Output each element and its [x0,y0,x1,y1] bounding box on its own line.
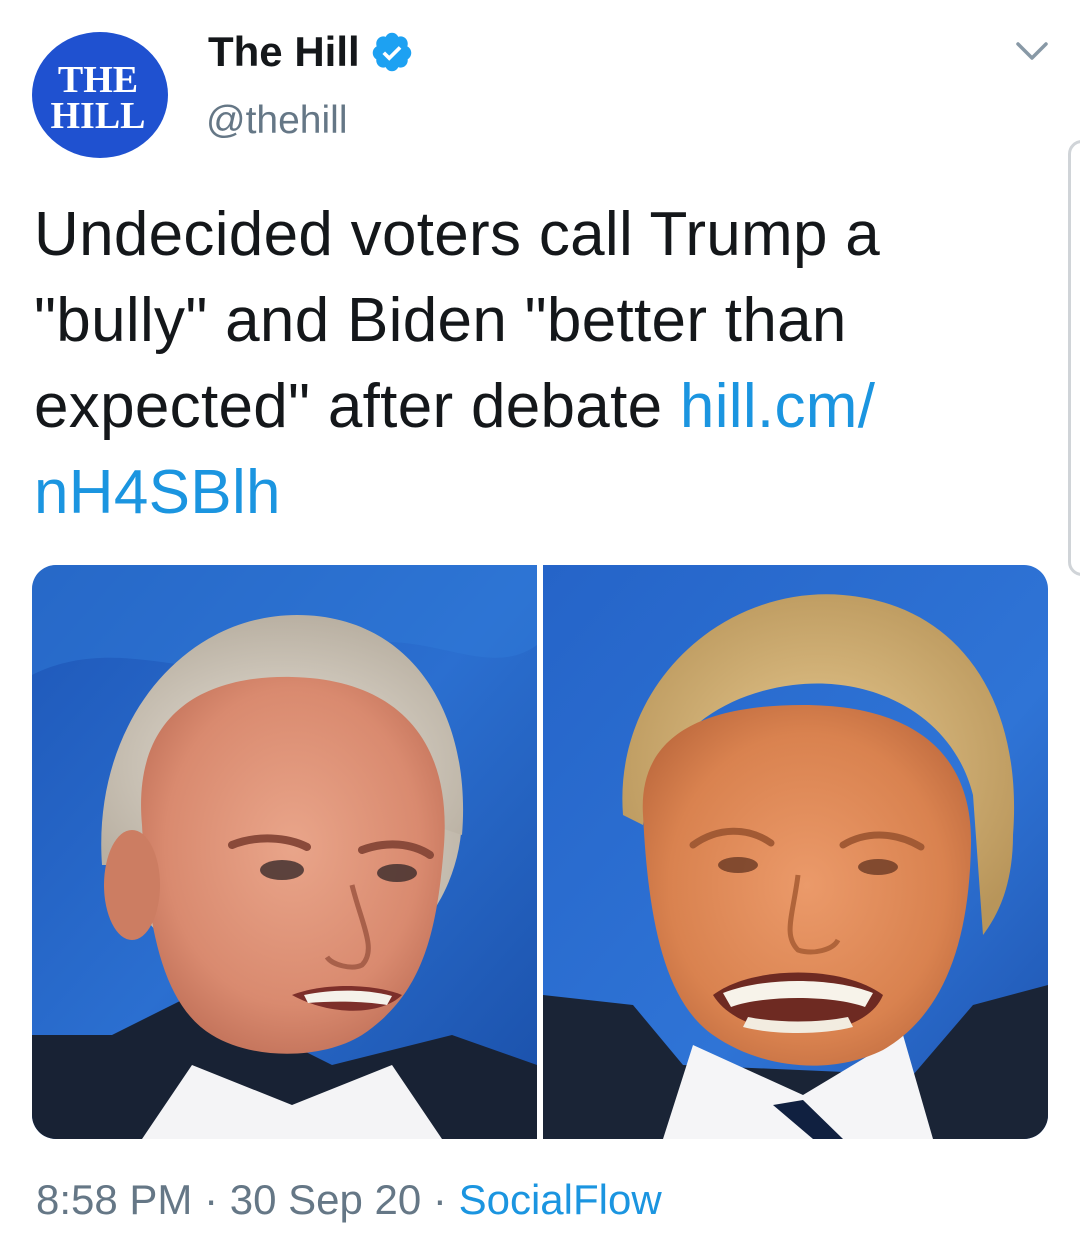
scrollbar[interactable] [1068,140,1080,576]
the-hill-logo: THE HILL [50,59,145,137]
tweet-text: Undecided voters call Trump a "bully" an… [34,192,994,536]
avatar[interactable]: THE HILL [32,32,168,158]
tweet-time[interactable]: 8:58 PM [36,1176,192,1223]
tweet[interactable]: THE HILL The Hill @thehill Undecided vot… [0,0,1080,1245]
meta-separator: · [421,1176,459,1223]
verified-badge-icon [370,30,414,74]
photo-right[interactable] [543,565,1048,1139]
tweet-source[interactable]: SocialFlow [459,1176,662,1223]
meta-separator: · [192,1176,230,1223]
chevron-down-icon[interactable] [1010,34,1054,68]
photo-left[interactable] [32,565,537,1139]
tweet-date[interactable]: 30 Sep 20 [230,1176,422,1223]
tweet-media[interactable] [32,565,1048,1139]
handle[interactable]: @thehill [206,97,348,145]
avatar-logo-line2: HILL [50,95,145,137]
display-name[interactable]: The Hill [208,26,414,78]
display-name-text: The Hill [208,28,360,75]
tweet-meta: 8:58 PM · 30 Sep 20 · SocialFlow [36,1172,662,1228]
